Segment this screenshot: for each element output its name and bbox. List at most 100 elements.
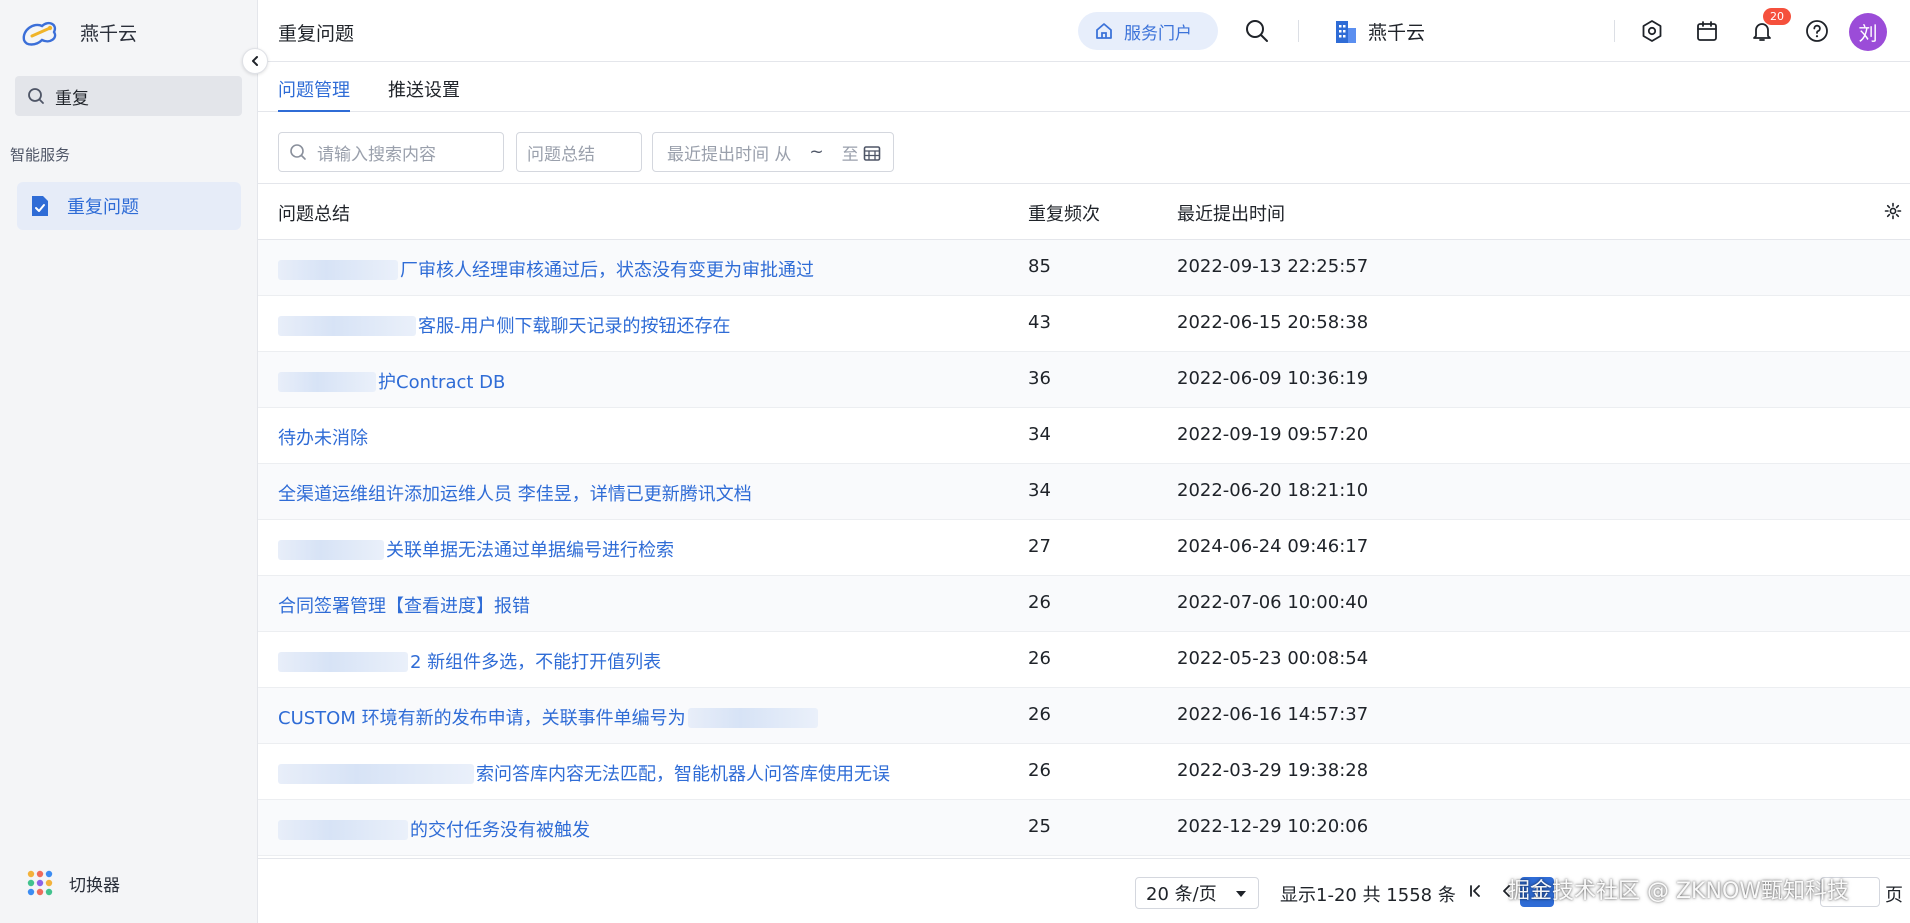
global-search-button[interactable] [1244, 18, 1270, 48]
issue-summary-text: 厂审核人经理审核通过后，状态没有变更为审批通过 [400, 260, 814, 281]
gear-icon [1884, 202, 1902, 220]
page-title: 重复问题 [278, 23, 355, 45]
tenant-selector[interactable]: 燕千云 [1334, 18, 1425, 45]
last-raised-time: 2022-03-29 19:38:28 [1177, 760, 1369, 781]
table-body: 厂审核人经理审核通过后，状态没有变更为审批通过 85 2022-09-13 22… [258, 240, 1910, 856]
issue-summary-text: 索问答库内容无法匹配，智能机器人问答库使用无误 [476, 764, 890, 785]
app-switcher[interactable]: 切换器 [27, 870, 120, 896]
tab-bar: 问题管理 推送设置 [258, 62, 1910, 112]
sidebar-search-input[interactable]: 重复 [15, 76, 242, 116]
redacted-text [687, 708, 818, 728]
last-raised-time: 2022-05-23 00:08:54 [1177, 648, 1369, 669]
table-row[interactable]: 的交付任务没有被触发 25 2022-12-29 10:20:06 [258, 800, 1910, 856]
issue-summary-link[interactable]: 护Contract DB [278, 368, 505, 394]
table-row[interactable]: CUSTOM 环境有新的发布申请，关联事件单编号为 26 2022-06-16 … [258, 688, 1910, 744]
last-raised-time: 2022-06-15 20:58:38 [1177, 312, 1369, 333]
home-icon [1096, 23, 1112, 39]
caret-down-icon [1236, 891, 1246, 897]
last-raised-time: 2022-06-16 14:57:37 [1177, 704, 1369, 725]
repeat-count: 26 [1028, 648, 1051, 669]
table-row[interactable]: 待办未消除 34 2022-09-19 09:57:20 [258, 408, 1910, 464]
issue-summary-link[interactable]: 的交付任务没有被触发 [278, 816, 590, 842]
notification-badge: 20 [1763, 8, 1791, 25]
column-header-summary[interactable]: 问题总结 [278, 200, 350, 226]
repeat-count: 26 [1028, 704, 1051, 725]
column-settings-button[interactable] [1884, 202, 1902, 225]
table-row[interactable]: 厂审核人经理审核通过后，状态没有变更为审批通过 85 2022-09-13 22… [258, 240, 1910, 296]
table-row[interactable]: 合同签署管理【查看进度】报错 26 2022-07-06 10:00:40 [258, 576, 1910, 632]
search-icon [28, 88, 44, 104]
redacted-text [278, 316, 416, 336]
watermark-text: 掘金技术社区 @ ZKNOW甄知科技 [1508, 879, 1850, 904]
repeat-count: 36 [1028, 368, 1051, 389]
switcher-label: 切换器 [69, 875, 120, 896]
issue-summary-link[interactable]: 2 新组件多选，不能打开值列表 [278, 648, 661, 674]
header-divider [1298, 20, 1299, 42]
brand-logo-icon [22, 21, 57, 46]
table-row[interactable]: 护Contract DB 36 2022-06-09 10:36:19 [258, 352, 1910, 408]
hexagon-settings-button[interactable] [1640, 19, 1664, 47]
search-input[interactable]: 请输入搜索内容 [278, 132, 504, 172]
issue-summary-text: 的交付任务没有被触发 [410, 820, 590, 841]
page-jump-suffix: 页 [1885, 885, 1903, 906]
filter-bar: 请输入搜索内容 问题总结 最近提出时间 从 ~ 至 [258, 112, 1910, 184]
last-raised-time: 2022-06-09 10:36:19 [1177, 368, 1369, 389]
hexagon-gear-icon [1642, 20, 1662, 42]
brand[interactable]: 燕千云 [20, 14, 137, 50]
issue-summary-text: 护Contract DB [378, 372, 506, 393]
tab-issue-management[interactable]: 问题管理 [278, 76, 350, 112]
issues-table: 问题总结 重复频次 最近提出时间 厂审核人经理审核通过后，状态没有变更为审批通过… [258, 184, 1910, 856]
issue-summary-link[interactable]: CUSTOM 环境有新的发布申请，关联事件单编号为 [278, 704, 820, 730]
issue-summary-link[interactable]: 关联单据无法通过单据编号进行检索 [278, 536, 674, 562]
redacted-text [278, 260, 398, 280]
sidebar: 燕千云 重复 智能服务 重复问题 切换器 [0, 0, 268, 923]
table-row[interactable]: 关联单据无法通过单据编号进行检索 27 2024-06-24 09:46:17 [258, 520, 1910, 576]
help-button[interactable] [1805, 19, 1829, 47]
issue-summary-link[interactable]: 厂审核人经理审核通过后，状态没有变更为审批通过 [278, 256, 814, 282]
last-raised-time: 2022-06-20 18:21:10 [1177, 480, 1369, 501]
table-row[interactable]: 全渠道运维组许添加运维人员 李佳昱，详情已更新腾讯文档 34 2022-06-2… [258, 464, 1910, 520]
last-raised-time: 2022-09-19 09:57:20 [1177, 424, 1369, 445]
table-row[interactable]: 2 新组件多选，不能打开值列表 26 2022-05-23 00:08:54 [258, 632, 1910, 688]
header-divider [1614, 20, 1615, 42]
issue-summary-text: 关联单据无法通过单据编号进行检索 [386, 540, 674, 561]
issue-summary-text: 2 新组件多选，不能打开值列表 [410, 652, 662, 673]
pagination-bar: 20 条/页 显示1-20 共 1558 条 1 页 掘金技术社区 @ ZKNO… [258, 858, 1910, 923]
column-header-count[interactable]: 重复频次 [1028, 200, 1100, 226]
sidebar-item-repeat-issues[interactable]: 重复问题 [17, 182, 241, 230]
sidebar-collapse-button[interactable] [242, 48, 268, 74]
date-range-picker[interactable]: 最近提出时间 从 ~ 至 [652, 132, 894, 172]
issue-summary-link[interactable]: 合同签署管理【查看进度】报错 [278, 592, 530, 618]
issue-summary-link[interactable]: 索问答库内容无法匹配，智能机器人问答库使用无误 [278, 760, 890, 786]
page-size-select[interactable]: 20 条/页 [1135, 877, 1259, 909]
service-portal-button[interactable]: 服务门户 [1078, 12, 1218, 50]
issue-summary-link[interactable]: 客服-用户侧下载聊天记录的按钮还存在 [278, 312, 731, 338]
first-page-button[interactable] [1468, 883, 1482, 902]
table-row[interactable]: 客服-用户侧下载聊天记录的按钮还存在 43 2022-06-15 20:58:3… [258, 296, 1910, 352]
app-grid-icon [27, 870, 53, 896]
repeat-count: 43 [1028, 312, 1051, 333]
search-placeholder: 请输入搜索内容 [317, 144, 436, 165]
tab-push-settings[interactable]: 推送设置 [388, 76, 460, 112]
last-raised-time: 2022-12-29 10:20:06 [1177, 816, 1369, 837]
issue-summary-link[interactable]: 待办未消除 [278, 424, 368, 450]
document-check-icon [32, 196, 48, 216]
calendar-button[interactable] [1695, 19, 1719, 47]
column-header-time[interactable]: 最近提出时间 [1177, 200, 1285, 226]
issue-summary-link[interactable]: 全渠道运维组许添加运维人员 李佳昱，详情已更新腾讯文档 [278, 480, 752, 506]
table-row[interactable]: 索问答库内容无法匹配，智能机器人问答库使用无误 26 2022-03-29 19… [258, 744, 1910, 800]
issue-summary-text: CUSTOM 环境有新的发布申请，关联事件单编号为 [278, 708, 686, 729]
sidebar-group-title: 智能服务 [10, 146, 71, 164]
last-raised-time: 2022-07-06 10:00:40 [1177, 592, 1369, 613]
repeat-count: 25 [1028, 816, 1051, 837]
redacted-text [278, 372, 376, 392]
redacted-text [278, 652, 408, 672]
user-avatar[interactable]: 刘 [1849, 13, 1887, 51]
sidebar-search-value: 重复 [55, 88, 89, 109]
help-icon [1806, 20, 1828, 42]
repeat-count: 27 [1028, 536, 1051, 557]
sidebar-item-label: 重复问题 [67, 197, 139, 218]
summary-filter-input[interactable]: 问题总结 [516, 132, 642, 172]
repeat-count: 85 [1028, 256, 1051, 277]
calendar-icon [863, 146, 881, 161]
